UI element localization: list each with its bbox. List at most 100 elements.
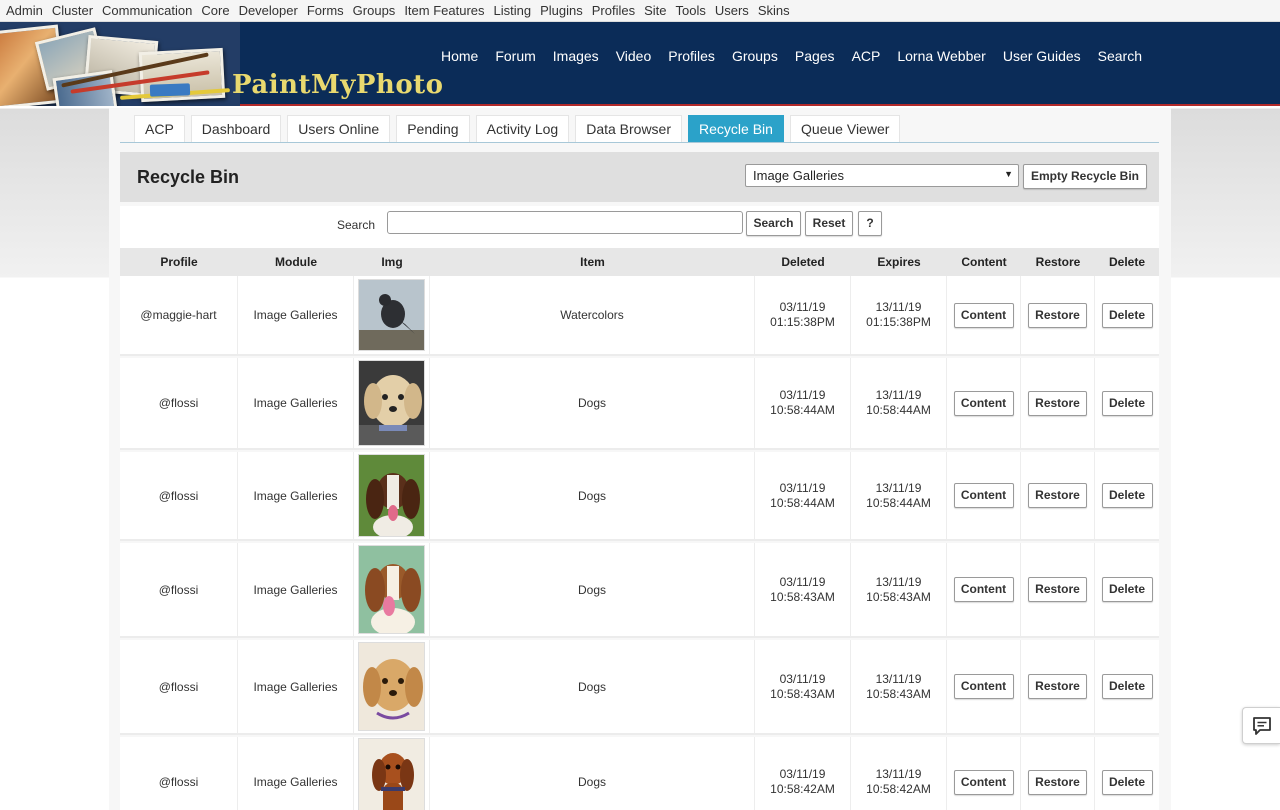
- module-select[interactable]: Image Galleries ▼: [745, 164, 1019, 187]
- cream-dog-painting-thumbnail[interactable]: [358, 642, 425, 731]
- admin-menu-bar: Admin Cluster Communication Core Develop…: [0, 0, 1280, 22]
- delete-button[interactable]: Delete: [1101, 577, 1153, 602]
- admin-menu-admin[interactable]: Admin: [6, 3, 43, 18]
- nav-search[interactable]: Search: [1098, 48, 1142, 64]
- column-header-expires[interactable]: Expires: [851, 248, 947, 276]
- column-header-item[interactable]: Item: [430, 248, 755, 276]
- content-button[interactable]: Content: [953, 577, 1014, 602]
- cream-dog-photo-thumbnail[interactable]: [358, 360, 425, 446]
- column-header-content: Content: [961, 255, 1007, 269]
- restore-button[interactable]: Restore: [1028, 769, 1087, 795]
- content-button[interactable]: Content: [953, 674, 1014, 699]
- search-label: Search: [337, 218, 376, 232]
- page-title: Recycle Bin: [137, 167, 240, 187]
- admin-menu-tools[interactable]: Tools: [676, 3, 706, 18]
- column-header-deleted[interactable]: Deleted: [755, 248, 851, 276]
- nav-video[interactable]: Video: [616, 48, 652, 64]
- tab-data-browser[interactable]: Data Browser: [575, 115, 683, 142]
- item-link[interactable]: Dogs: [578, 489, 606, 503]
- tab-queue-viewer[interactable]: Queue Viewer: [789, 115, 901, 142]
- content-button[interactable]: Content: [953, 769, 1014, 795]
- profile-link[interactable]: @flossi: [159, 775, 199, 789]
- module-name: Image Galleries: [253, 308, 338, 322]
- nav-forum[interactable]: Forum: [495, 48, 535, 64]
- search-bar: Search Search Reset ?: [120, 206, 1159, 248]
- chat-button[interactable]: [1242, 707, 1280, 744]
- delete-button[interactable]: Delete: [1101, 390, 1153, 416]
- dachshund-painting-thumbnail[interactable]: [358, 738, 425, 810]
- search-button[interactable]: Search: [746, 211, 801, 236]
- item-link[interactable]: Watercolors: [560, 308, 624, 322]
- admin-menu-users[interactable]: Users: [715, 3, 749, 18]
- profile-link[interactable]: @maggie-hart: [140, 308, 216, 322]
- search-input[interactable]: [387, 211, 743, 234]
- nav-profiles[interactable]: Profiles: [668, 48, 715, 64]
- title-bar: Recycle Bin Image Galleries ▼ Empty Recy…: [120, 152, 1159, 202]
- expires-date: 13/11/19: [875, 388, 922, 402]
- spaniel-painting-thumbnail[interactable]: [358, 545, 425, 634]
- nav-pages[interactable]: Pages: [795, 48, 835, 64]
- module-name: Image Galleries: [253, 582, 338, 597]
- admin-menu-developer[interactable]: Developer: [239, 3, 298, 18]
- spaniel-photo-thumbnail[interactable]: [358, 454, 425, 537]
- deleted-time: 01:15:38PM: [770, 315, 835, 329]
- item-link[interactable]: Dogs: [578, 775, 606, 789]
- expires-date: 13/11/19: [875, 300, 922, 314]
- reset-button[interactable]: Reset: [805, 211, 853, 236]
- restore-button[interactable]: Restore: [1028, 390, 1087, 416]
- tab-pending[interactable]: Pending: [396, 115, 470, 142]
- content-button[interactable]: Content: [953, 302, 1014, 328]
- profile-link[interactable]: @flossi: [159, 583, 199, 597]
- restore-button[interactable]: Restore: [1028, 674, 1087, 699]
- item-link[interactable]: Dogs: [578, 680, 606, 694]
- nav-user-account[interactable]: Lorna Webber: [897, 48, 985, 64]
- admin-menu-site[interactable]: Site: [644, 3, 666, 18]
- tab-activity-log[interactable]: Activity Log: [475, 115, 570, 142]
- delete-button[interactable]: Delete: [1101, 674, 1153, 699]
- profile-link[interactable]: @flossi: [159, 680, 199, 694]
- item-link[interactable]: Dogs: [578, 583, 606, 597]
- restore-button[interactable]: Restore: [1028, 302, 1087, 328]
- admin-menu-plugins[interactable]: Plugins: [540, 3, 583, 18]
- delete-button[interactable]: Delete: [1101, 302, 1153, 328]
- restore-button[interactable]: Restore: [1028, 577, 1087, 602]
- admin-menu-skins[interactable]: Skins: [758, 3, 790, 18]
- admin-menu-item-features[interactable]: Item Features: [404, 3, 484, 18]
- table-row: @flossi Image Galleries Dogs 03/11/19 10…: [120, 358, 1159, 450]
- column-header-profile[interactable]: Profile: [120, 248, 238, 276]
- delete-button[interactable]: Delete: [1101, 483, 1153, 508]
- deleted-time: 10:58:44AM: [770, 495, 835, 510]
- admin-menu-profiles[interactable]: Profiles: [592, 3, 635, 18]
- admin-menu-cluster[interactable]: Cluster: [52, 3, 93, 18]
- admin-menu-communication[interactable]: Communication: [102, 3, 192, 18]
- help-button[interactable]: ?: [858, 211, 882, 236]
- empty-recycle-bin-button[interactable]: Empty Recycle Bin: [1023, 164, 1147, 189]
- restore-button[interactable]: Restore: [1028, 483, 1087, 508]
- tab-dashboard[interactable]: Dashboard: [190, 115, 282, 142]
- table-header: Profile Module Img Item Deleted Expires …: [120, 248, 1159, 276]
- admin-menu-groups[interactable]: Groups: [353, 3, 396, 18]
- site-logo[interactable]: PaintMyPhoto: [232, 70, 444, 100]
- column-header-module[interactable]: Module: [238, 248, 354, 276]
- admin-menu-forms[interactable]: Forms: [307, 3, 344, 18]
- tab-acp[interactable]: ACP: [134, 115, 185, 142]
- nav-acp[interactable]: ACP: [852, 48, 881, 64]
- tab-users-online[interactable]: Users Online: [287, 115, 391, 142]
- profile-link[interactable]: @flossi: [159, 489, 199, 503]
- admin-menu-core[interactable]: Core: [201, 3, 229, 18]
- admin-menu-listing[interactable]: Listing: [494, 3, 532, 18]
- item-link[interactable]: Dogs: [578, 396, 606, 410]
- content-button[interactable]: Content: [953, 483, 1014, 508]
- delete-button[interactable]: Delete: [1101, 769, 1153, 795]
- bird-photo-thumbnail[interactable]: [358, 279, 425, 351]
- table-row: @flossi Image Galleries Dogs 03/11/19 10…: [120, 640, 1159, 735]
- nav-home[interactable]: Home: [441, 48, 478, 64]
- profile-link[interactable]: @flossi: [159, 396, 199, 410]
- nav-images[interactable]: Images: [553, 48, 599, 64]
- content-button[interactable]: Content: [953, 390, 1014, 416]
- expires-date: 13/11/19: [875, 767, 922, 781]
- nav-groups[interactable]: Groups: [732, 48, 778, 64]
- nav-user-guides[interactable]: User Guides: [1003, 48, 1081, 64]
- tab-recycle-bin[interactable]: Recycle Bin: [688, 115, 784, 142]
- deleted-time: 10:58:43AM: [770, 686, 835, 701]
